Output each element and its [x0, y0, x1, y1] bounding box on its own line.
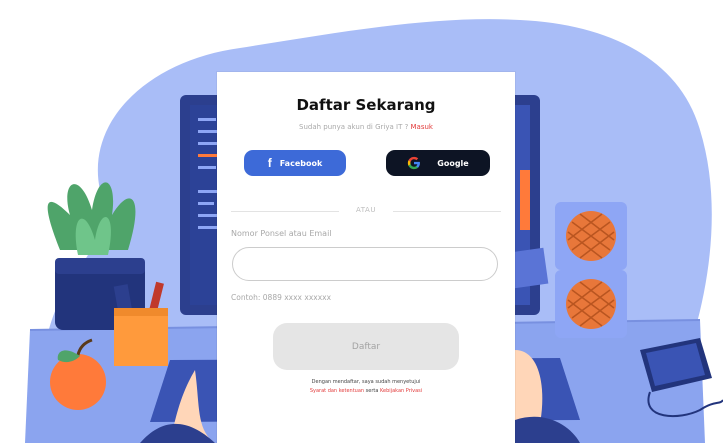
- register-button-label: Daftar: [351, 341, 381, 352]
- phone-email-input[interactable]: [232, 247, 498, 281]
- login-prompt-text: Sudah punya akun di Griya IT ?: [299, 123, 411, 131]
- speakers: [555, 202, 627, 338]
- signup-page: Daftar Sekarang Sudah punya akun di Griy…: [0, 0, 723, 443]
- phone-example-hint: Contoh: 0889 xxxx xxxxxx: [231, 293, 332, 302]
- facebook-icon: f: [267, 156, 272, 170]
- divider-line-right: [393, 211, 501, 212]
- sticky-note: [509, 247, 549, 289]
- login-link[interactable]: Masuk: [411, 123, 433, 131]
- terms-link[interactable]: Syarat dan ketentuan: [310, 388, 364, 394]
- terms-links: Syarat dan ketentuan serta Kebijakan Pri…: [217, 388, 515, 394]
- terms-conjunction: serta: [364, 388, 381, 394]
- register-button[interactable]: Daftar: [273, 323, 459, 370]
- google-signup-button[interactable]: Google: [386, 150, 490, 176]
- divider-text: ATAU: [356, 206, 376, 214]
- signup-card: Daftar Sekarang Sudah punya akun di Griy…: [217, 72, 515, 443]
- facebook-signup-button[interactable]: f Facebook: [244, 150, 346, 176]
- facebook-button-label: Facebook: [279, 158, 323, 168]
- or-divider: ATAU: [231, 206, 501, 216]
- google-icon: [408, 156, 421, 170]
- google-button-label: Google: [437, 158, 469, 168]
- page-title: Daftar Sekarang: [296, 96, 436, 114]
- terms-text: Dengan mendaftar, saya sudah menyetujui: [311, 379, 421, 385]
- login-prompt: Sudah punya akun di Griya IT ? Masuk: [217, 123, 515, 131]
- phone-email-label: Nomor Ponsel atau Email: [231, 229, 332, 238]
- privacy-policy-link[interactable]: Kebijakan Privasi: [380, 388, 422, 394]
